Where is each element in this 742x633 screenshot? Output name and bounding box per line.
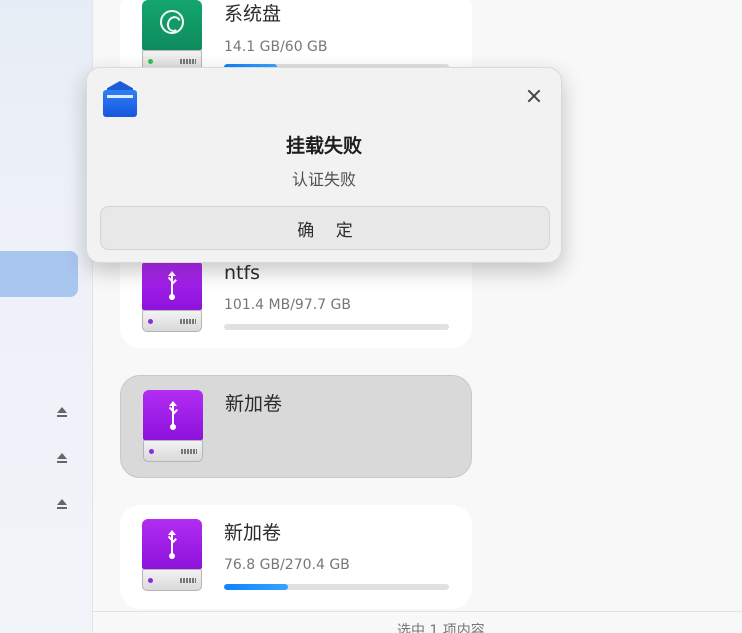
usb-symbol-icon: [166, 271, 178, 300]
drive-bottom: [142, 310, 202, 332]
usb-drive-icon: [142, 519, 202, 591]
usb-drive-icon: [143, 390, 203, 462]
drive-capacity: 101.4 MB/97.7 GB: [224, 297, 352, 313]
drive-led: [148, 319, 153, 324]
usage-progress: [224, 324, 449, 330]
drive-top: [142, 260, 202, 310]
drive-name: ntfs: [224, 262, 261, 284]
confirm-button[interactable]: 确 定: [100, 206, 550, 250]
drive-bottom: [143, 440, 203, 462]
mount-error-dialog: 挂载失败 认证失败 确 定: [86, 67, 562, 263]
drive-slots: [181, 449, 197, 454]
drive-capacity: 14.1 GB/60 GB: [224, 39, 328, 55]
drive-bottom: [142, 569, 202, 591]
deepin-logo-icon: [160, 10, 184, 34]
eject-icon[interactable]: [56, 406, 68, 418]
file-manager-window: 系统盘 14.1 GB/60 GB ntfs 101.4 MB/97.7 GB: [0, 0, 742, 633]
usb-symbol-icon: [166, 530, 178, 559]
drive-slots: [180, 59, 196, 64]
drive-name: 系统盘: [224, 3, 282, 25]
eject-icon[interactable]: [56, 498, 68, 510]
usage-progress: [224, 584, 449, 590]
close-icon[interactable]: [525, 87, 543, 105]
drive-led: [149, 449, 154, 454]
drive-capacity: 76.8 GB/270.4 GB: [224, 557, 350, 573]
system-disk-icon: [142, 0, 202, 72]
drive-card-ntfs[interactable]: ntfs 101.4 MB/97.7 GB: [120, 248, 472, 348]
status-bar: 选中 1 项内容: [93, 611, 742, 633]
drive-card-new-volume[interactable]: 新加卷 76.8 GB/270.4 GB: [120, 505, 472, 609]
drive-name: 新加卷: [225, 393, 283, 415]
drive-slots: [180, 319, 196, 324]
drive-top: [143, 390, 203, 440]
dialog-title: 挂载失败: [285, 135, 362, 157]
drive-slots: [180, 578, 196, 583]
drive-name: 新加卷: [224, 522, 282, 544]
drive-top: [142, 519, 202, 569]
drive-top: [142, 0, 202, 50]
drive-led: [148, 59, 153, 64]
usb-drive-icon: [142, 260, 202, 332]
sidebar: [0, 0, 93, 633]
file-manager-icon: [103, 81, 137, 117]
sidebar-selected-item[interactable]: [0, 251, 78, 297]
usb-symbol-icon: [167, 401, 179, 430]
drive-led: [148, 578, 153, 583]
selection-status: 选中 1 项内容: [397, 623, 485, 633]
drive-card-new-volume-selected[interactable]: 新加卷: [120, 375, 472, 478]
usage-progress-fill: [224, 584, 288, 590]
dialog-message: 认证失败: [291, 170, 356, 189]
eject-icon[interactable]: [56, 452, 68, 464]
